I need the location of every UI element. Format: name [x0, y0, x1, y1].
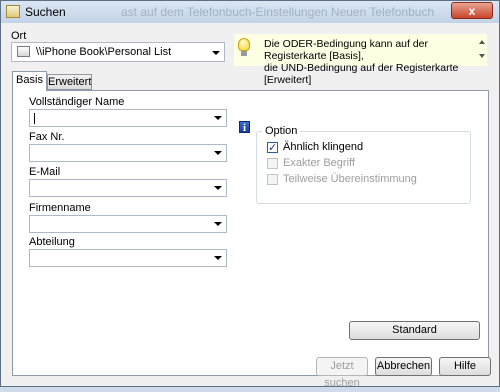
- search-dialog-icon: [6, 5, 20, 18]
- text-caret: [34, 113, 35, 124]
- department-label: Abteilung: [29, 236, 75, 248]
- location-value: \\iPhone Book\Personal List: [36, 46, 172, 58]
- fax-label: Fax Nr.: [29, 131, 65, 143]
- partial-match-label[interactable]: Teilweise Übereinstimmung: [283, 173, 417, 185]
- search-now-button[interactable]: Jetzt suchen: [316, 357, 368, 389]
- search-dialog: Suchen ast auf dem Telefonbuch-Einstellu…: [0, 0, 500, 389]
- tab-erweitert-label: Erweitert: [48, 76, 92, 88]
- chevron-down-icon[interactable]: [214, 256, 222, 260]
- exact-term-label[interactable]: Exakter Begriff: [283, 157, 355, 169]
- tab-erweitert[interactable]: Erweitert: [47, 74, 92, 90]
- tab-basis-label: Basis: [16, 74, 43, 86]
- location-label: Ort: [11, 30, 27, 42]
- chevron-down-icon[interactable]: [214, 151, 222, 155]
- chevron-down-icon[interactable]: [214, 222, 222, 226]
- chevron-down-icon[interactable]: [212, 51, 220, 55]
- full-name-field[interactable]: [29, 109, 227, 127]
- company-label: Firmenname: [29, 202, 91, 214]
- info-icon: i: [239, 121, 250, 134]
- background-window-title: ast auf dem Telefonbuch-Einstellungen Ne…: [121, 5, 435, 19]
- department-field[interactable]: [29, 249, 227, 267]
- email-label: E-Mail: [29, 166, 61, 178]
- window-title: Suchen: [25, 5, 66, 19]
- lightbulb-icon: [238, 38, 250, 58]
- location-combobox[interactable]: \\iPhone Book\Personal List: [11, 42, 225, 62]
- scroll-down-icon[interactable]: [479, 54, 485, 58]
- fax-field[interactable]: [29, 144, 227, 162]
- cancel-button[interactable]: Abbrechen: [375, 357, 432, 376]
- chevron-down-icon[interactable]: [214, 186, 222, 190]
- full-name-label: Vollständiger Name: [29, 96, 125, 108]
- scroll-up-icon[interactable]: [479, 40, 485, 44]
- help-button[interactable]: Hilfe: [439, 357, 491, 376]
- title-bar: Suchen ast auf dem Telefonbuch-Einstellu…: [1, 1, 499, 23]
- dialog-body: Ort \\iPhone Book\Personal List Die ODER…: [8, 24, 492, 389]
- folder-icon: [17, 46, 30, 57]
- chevron-down-icon[interactable]: [214, 116, 222, 120]
- similar-sounding-label[interactable]: Ähnlich klingend: [283, 141, 363, 153]
- similar-sounding-checkbox[interactable]: [267, 141, 278, 154]
- info-hint-text: Die ODER-Bedingung kann auf der Register…: [264, 38, 487, 86]
- partial-match-checkbox[interactable]: [267, 174, 278, 185]
- close-button[interactable]: x: [451, 2, 493, 19]
- company-field[interactable]: [29, 215, 227, 233]
- email-field[interactable]: [29, 179, 227, 197]
- option-title: Option: [262, 125, 301, 137]
- close-icon: x: [468, 4, 476, 18]
- tab-panel-basis: Vollständiger Name Fax Nr. E-Mail Firmen…: [12, 90, 489, 376]
- info-hint-line1: Die ODER-Bedingung kann auf der Register…: [264, 38, 429, 62]
- tab-basis[interactable]: Basis: [12, 71, 47, 91]
- info-hint-line2: die UND-Bedingung auf der Registerkarte …: [264, 62, 459, 86]
- standard-button[interactable]: Standard: [349, 321, 480, 340]
- exact-term-checkbox[interactable]: [267, 158, 278, 169]
- info-hint-box: Die ODER-Bedingung kann auf der Register…: [234, 34, 487, 86]
